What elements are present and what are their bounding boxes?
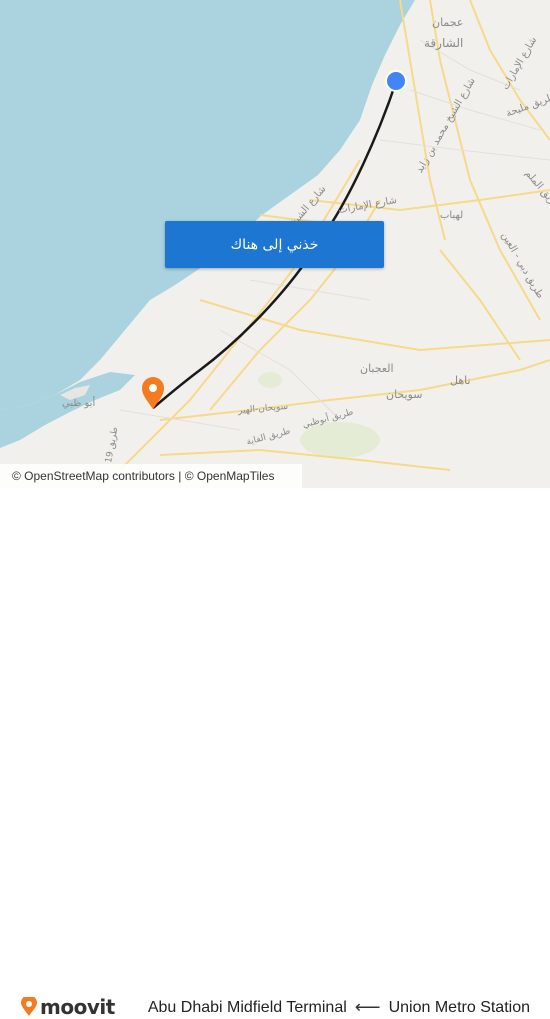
map-label-sharjah: الشارقة: [424, 36, 464, 50]
route-origin: Union Metro Station: [388, 998, 530, 1016]
route-summary: Abu Dhabi Midfield Terminal ⟵ Union Metr…: [148, 997, 530, 1018]
route-destination: Abu Dhabi Midfield Terminal: [147, 998, 347, 1016]
map-label-nahel: ناهل: [450, 374, 471, 387]
map-label-al-ajban: العجبان: [360, 362, 394, 375]
take-me-there-button[interactable]: خذني إلى هناك: [165, 221, 384, 268]
map-label-lehbab: لهباب: [440, 210, 464, 221]
map-view[interactable]: الشارقة عجمان شارع الإمارات طريق مليحة ش…: [0, 0, 550, 488]
map-label-ajman: عجمان: [432, 16, 464, 29]
map-attribution[interactable]: © OpenStreetMap contributors | © OpenMap…: [0, 464, 302, 488]
arrow-left-icon: ⟵: [354, 997, 381, 1017]
moovit-logo[interactable]: moovit: [20, 995, 115, 1019]
footer-bar: moovit Abu Dhabi Midfield Terminal ⟵ Uni…: [0, 488, 550, 1019]
map-label-sweihan: سويحان: [386, 388, 423, 401]
green-patch: [258, 372, 282, 388]
moovit-wordmark: moovit: [40, 995, 115, 1019]
moovit-pin-icon: [21, 997, 37, 1016]
origin-marker: [385, 70, 407, 92]
map-label-abu-dhabi: أبو ظبي: [62, 398, 96, 409]
